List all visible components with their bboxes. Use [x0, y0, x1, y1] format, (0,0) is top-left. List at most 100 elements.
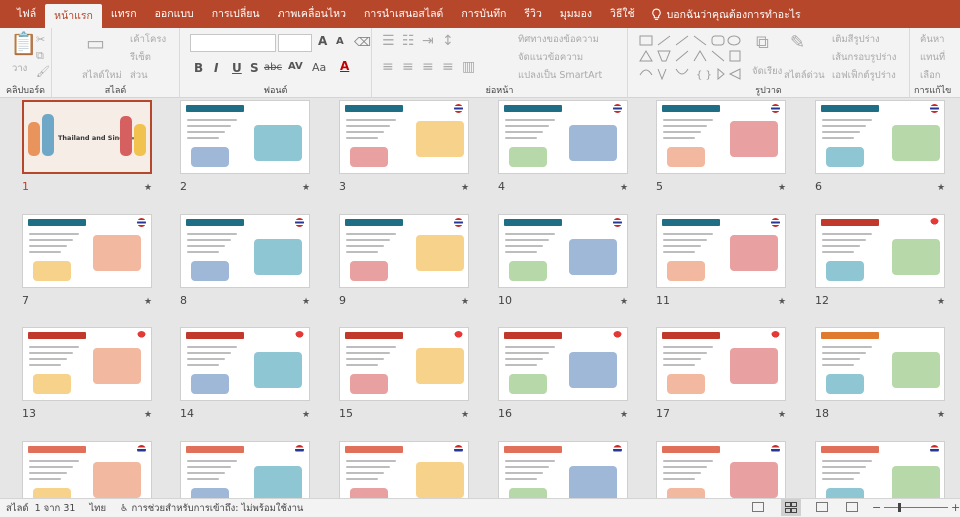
text-line [822, 352, 866, 354]
zoom-slider[interactable] [884, 507, 948, 508]
italic-button[interactable]: I [214, 61, 218, 75]
shadow-button[interactable]: S [250, 61, 259, 75]
tab-file[interactable]: ไฟล์ [8, 0, 45, 28]
slide-thumbnail[interactable] [498, 327, 628, 401]
slide-thumbnail[interactable] [656, 214, 786, 288]
quick-styles-button[interactable]: สไตล์ด่วน [784, 68, 825, 83]
underline-button[interactable]: U [232, 61, 242, 75]
shape-outline-button[interactable]: เส้นกรอบรูปร่าง [832, 50, 896, 65]
flag-icon [454, 218, 463, 227]
slide-thumbnail[interactable] [656, 441, 786, 498]
columns-icon[interactable]: ▥ [462, 60, 475, 74]
tell-me-search[interactable]: บอกฉันว่าคุณต้องการทำอะไร [667, 6, 801, 23]
slide-thumbnail[interactable] [180, 327, 310, 401]
section-button[interactable]: ส่วน [130, 68, 148, 83]
slide-thumbnail[interactable] [656, 100, 786, 174]
slide-thumbnail[interactable] [22, 214, 152, 288]
tab-view[interactable]: มุมมอง [551, 0, 601, 28]
bold-button[interactable]: B [194, 61, 203, 75]
bullets-icon[interactable]: ☰ [382, 34, 395, 48]
slide-thumbnail[interactable] [498, 214, 628, 288]
paste-button[interactable]: วาง [12, 61, 27, 76]
slide-thumbnail[interactable] [180, 214, 310, 288]
slide-thumbnail[interactable]: Thailand and Singapore [22, 100, 152, 174]
slideshow-view-icon[interactable] [846, 502, 858, 512]
tab-design[interactable]: ออกแบบ [146, 0, 203, 28]
slide-thumbnail[interactable] [498, 100, 628, 174]
slide-thumbnail[interactable] [656, 327, 786, 401]
align-center-icon[interactable]: ≡ [402, 60, 414, 74]
tab-review[interactable]: รีวิว [515, 0, 550, 28]
char-spacing-button[interactable]: AV [288, 61, 303, 72]
text-line [505, 460, 555, 462]
tab-slideshow[interactable]: การนำเสนอสไลด์ [355, 0, 452, 28]
slide-header-bar [821, 446, 879, 453]
tab-recording[interactable]: การบันทึก [452, 0, 515, 28]
normal-view-icon[interactable] [752, 502, 764, 512]
slide-thumbnail[interactable] [180, 100, 310, 174]
zoom-out-icon[interactable]: − [872, 501, 881, 514]
tab-insert[interactable]: แทรก [102, 0, 146, 28]
shapes-gallery[interactable]: { } [636, 33, 744, 81]
reading-view-icon[interactable] [816, 502, 828, 512]
cut-icon[interactable]: ✂ [36, 34, 45, 45]
align-text-button[interactable]: จัดแนวข้อความ [518, 50, 583, 65]
new-slide-button[interactable]: สไลด์ใหม่ [82, 68, 122, 83]
font-size-box[interactable] [278, 34, 312, 52]
slide-image [93, 462, 141, 498]
shape-fill-button[interactable]: เติมสีรูปร่าง [832, 32, 880, 47]
clear-format-icon[interactable]: ⌫ [354, 36, 371, 48]
align-left-icon[interactable]: ≡ [382, 60, 394, 74]
copy-icon[interactable]: ⧉ [36, 50, 44, 61]
convert-smartart-button[interactable]: แปลงเป็น SmartArt [518, 68, 602, 83]
flag-icon [930, 445, 939, 454]
paste-icon[interactable]: 📋 [10, 34, 37, 56]
slide-thumbnail[interactable] [815, 327, 945, 401]
quick-styles-icon[interactable]: ✎ [790, 34, 805, 52]
slide-thumbnail[interactable] [815, 214, 945, 288]
font-color-button[interactable]: A [340, 59, 349, 73]
replace-button[interactable]: แทนที่ [920, 50, 945, 65]
strikethrough-button[interactable]: abc [264, 62, 282, 73]
language-indicator[interactable]: ไทย [89, 501, 106, 516]
new-slide-icon[interactable]: ▭ [86, 33, 105, 53]
font-name-box[interactable] [190, 34, 276, 52]
align-right-icon[interactable]: ≡ [422, 60, 434, 74]
tab-home[interactable]: หน้าแรก [45, 4, 102, 28]
arrange-button[interactable]: จัดเรียง [752, 64, 782, 79]
slides-label: สไลด์ [104, 86, 127, 96]
select-button[interactable]: เลือก [920, 68, 941, 83]
slide-thumbnail[interactable] [498, 441, 628, 498]
format-painter-icon[interactable]: 🖌 [36, 66, 50, 77]
tab-help[interactable]: วิธีใช้ [601, 0, 644, 28]
numbering-icon[interactable]: ☷ [402, 34, 415, 48]
change-case-button[interactable]: Aa [312, 61, 326, 74]
justify-icon[interactable]: ≡ [442, 60, 454, 74]
reset-button[interactable]: รีเซ็ต [130, 50, 151, 65]
tab-animations[interactable]: ภาพเคลื่อนไหว [269, 0, 355, 28]
slide-thumbnail[interactable] [180, 441, 310, 498]
zoom-slider-thumb[interactable] [898, 503, 901, 512]
slide-image [569, 239, 617, 275]
slide-thumbnail[interactable] [339, 441, 469, 498]
shrink-font-button[interactable]: A [336, 36, 344, 47]
arrange-icon[interactable]: ⧉ [756, 34, 769, 52]
slide-thumbnail[interactable] [339, 100, 469, 174]
slide-thumbnail[interactable] [339, 214, 469, 288]
layout-button[interactable]: เค้าโครง [130, 32, 166, 47]
tab-transitions[interactable]: การเปลี่ยน [203, 0, 269, 28]
zoom-in-icon[interactable]: + [951, 501, 960, 514]
indent-icon[interactable]: ⇥ [422, 34, 434, 48]
shape-effects-button[interactable]: เอฟเฟ็กต์รูปร่าง [832, 68, 896, 83]
slide-thumbnail[interactable] [22, 441, 152, 498]
text-direction-button[interactable]: ทิศทางของข้อความ [518, 32, 599, 47]
grow-font-button[interactable]: A [318, 34, 327, 48]
slide-thumbnail[interactable] [815, 441, 945, 498]
slide-thumbnail[interactable] [339, 327, 469, 401]
line-spacing-icon[interactable]: ↕ [442, 34, 454, 48]
flag-icon [295, 331, 304, 340]
find-button[interactable]: ค้นหา [920, 32, 944, 47]
slide-thumbnail[interactable] [815, 100, 945, 174]
slide-thumbnail[interactable] [22, 327, 152, 401]
accessibility-status[interactable]: การช่วยสำหรับการเข้าถึง: ไม่พร้อมใช้งาน [132, 501, 304, 516]
